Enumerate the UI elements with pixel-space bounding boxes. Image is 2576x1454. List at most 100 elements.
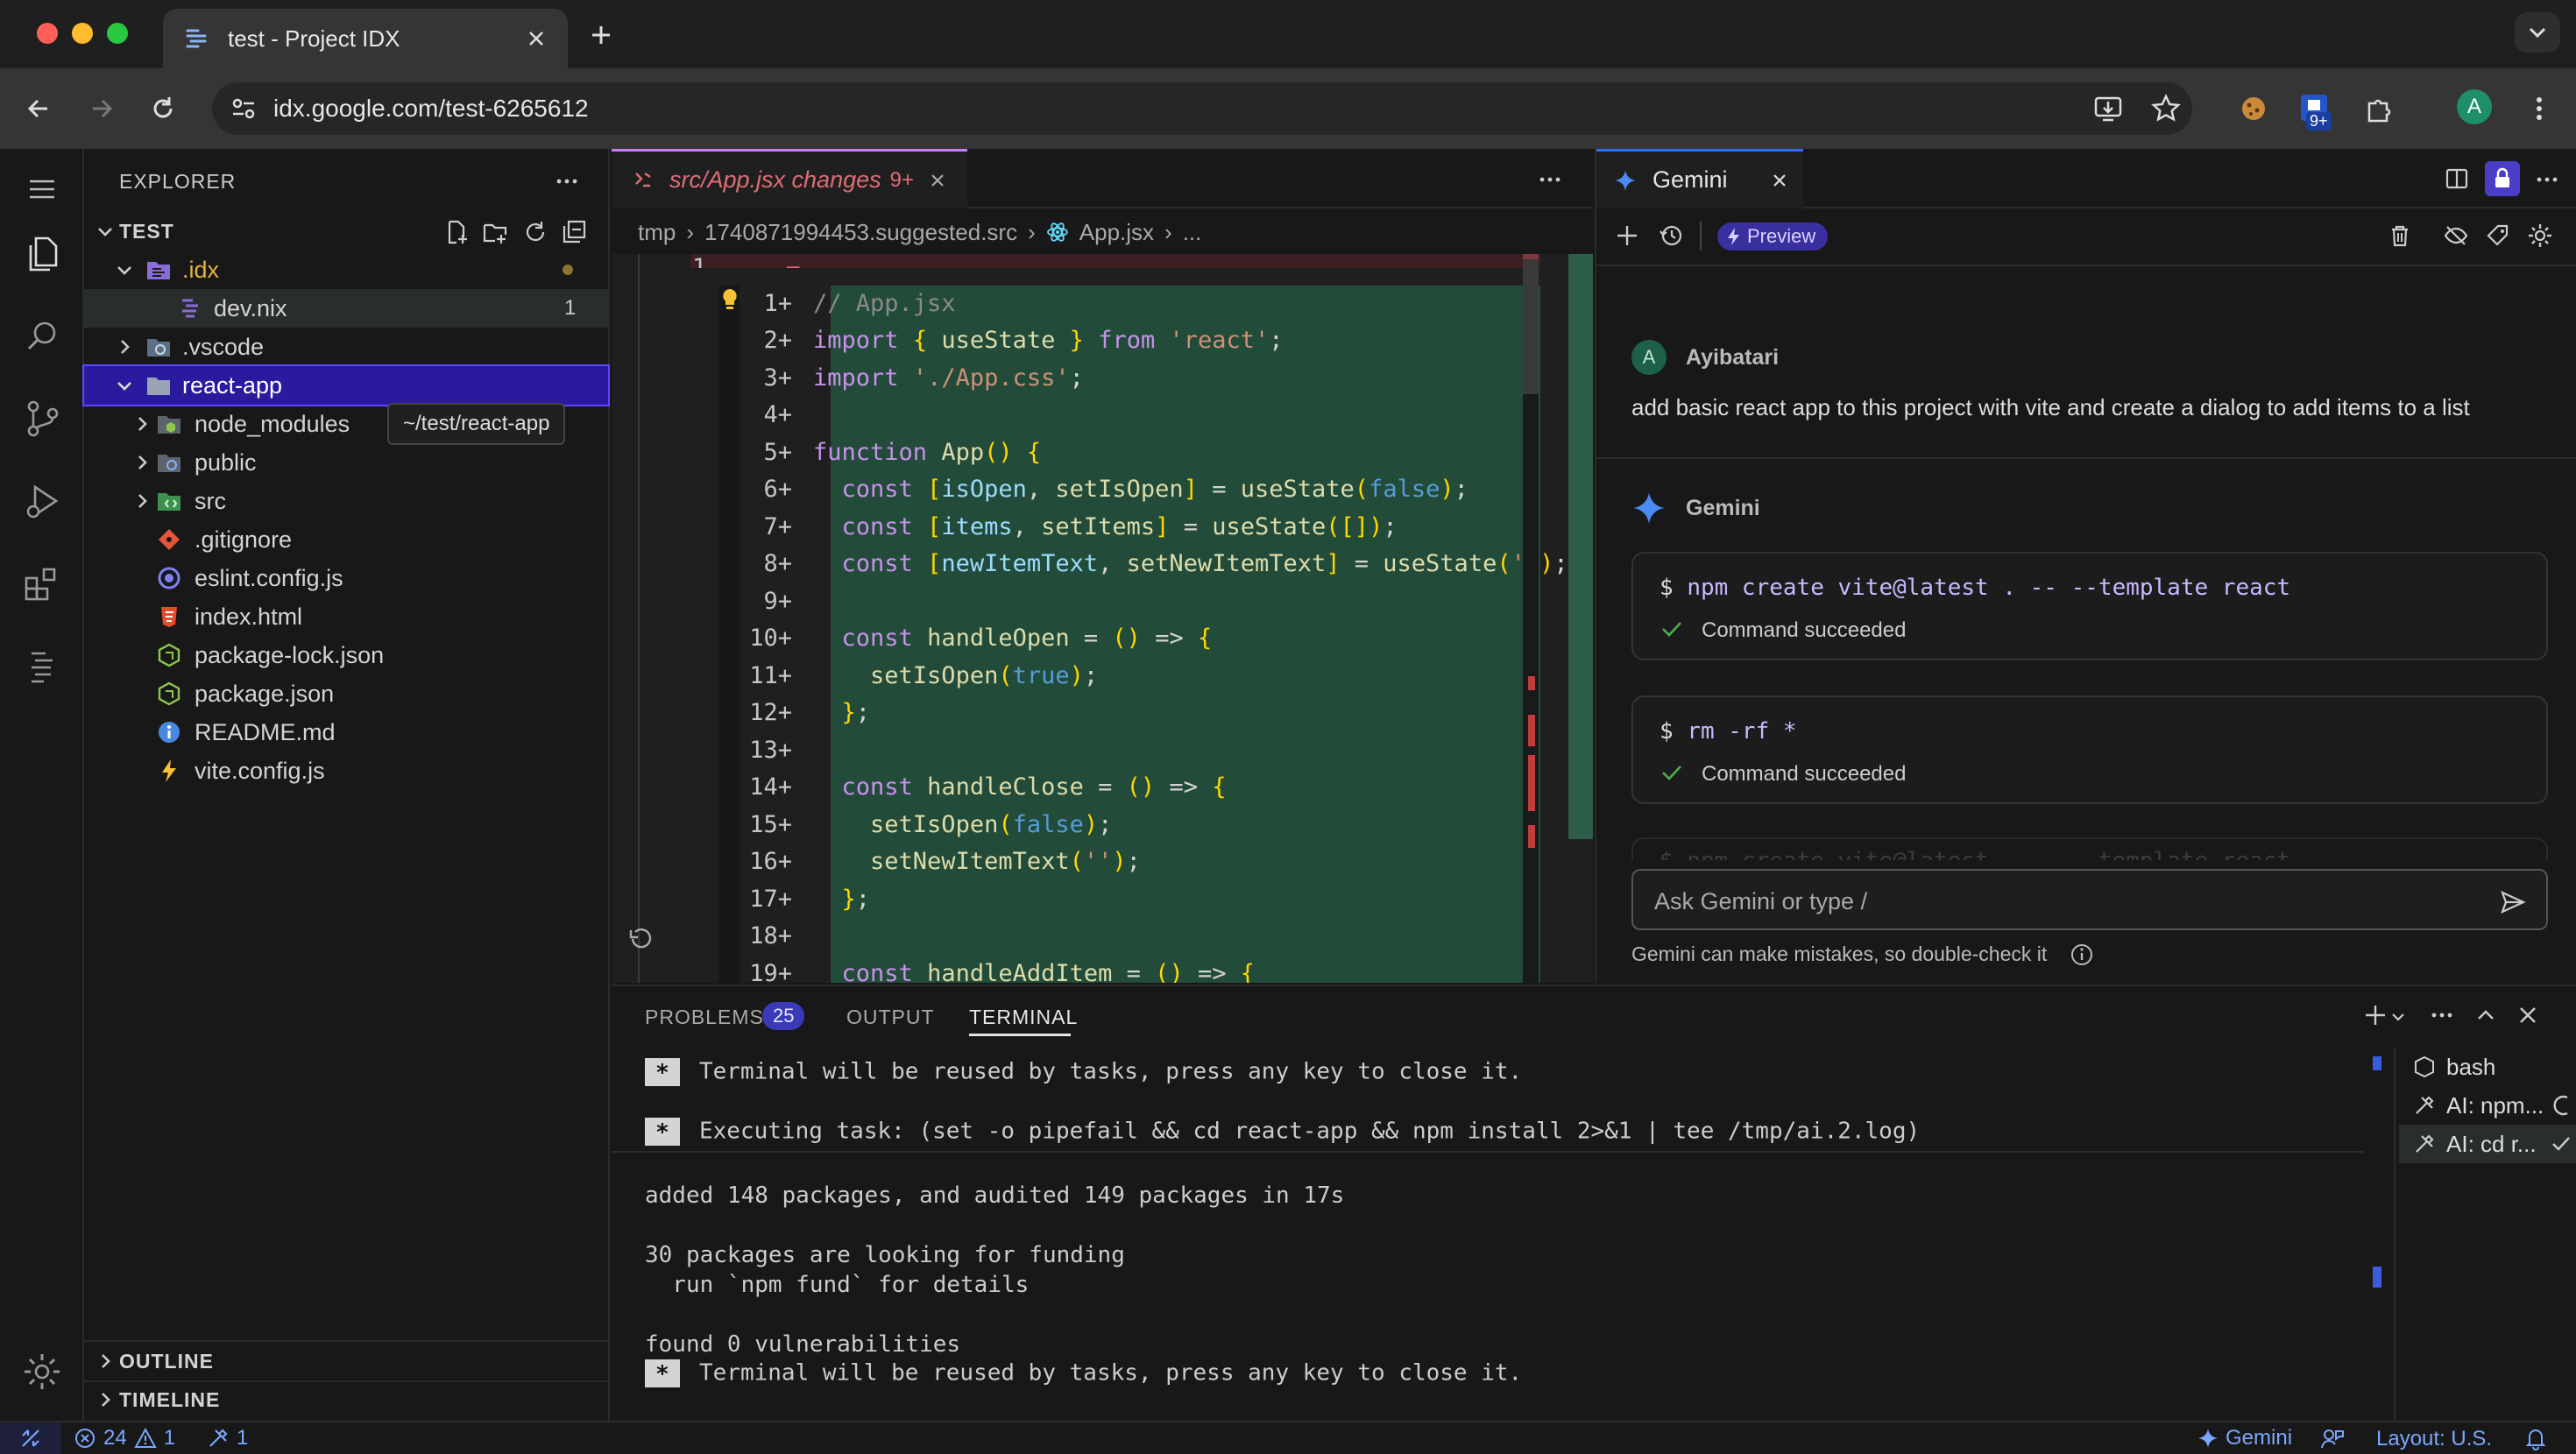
diff-editor[interactable]: 1 — 1+// App.jsx2+import { useState } fr…	[612, 254, 1593, 983]
new-terminal-plus-icon[interactable]	[2362, 1002, 2388, 1028]
split-editor-icon[interactable]	[2445, 166, 2469, 191]
tree-label: package.json	[195, 680, 335, 707]
collapse-all-icon[interactable]	[561, 219, 587, 245]
outline-section[interactable]: OUTLINE	[84, 1342, 608, 1380]
breadcrumb-item[interactable]: tmp	[638, 219, 676, 246]
overview-removed-mark	[1528, 676, 1535, 690]
breadcrumb-item[interactable]: ...	[1183, 219, 1202, 246]
breadcrumb-item[interactable]: App.jsx	[1079, 219, 1154, 246]
keyboard-layout-status[interactable]: Layout: U.S.	[2376, 1427, 2492, 1451]
address-bar[interactable]: idx.google.com/test-6265612	[212, 82, 2192, 135]
tree-file-dev-nix[interactable]: dev.nix 1	[84, 289, 608, 328]
delete-chat-trash-icon[interactable]	[2387, 222, 2413, 249]
line-number: 6+	[763, 476, 792, 503]
new-file-icon[interactable]	[443, 219, 470, 245]
bookmark-star-icon[interactable]	[2150, 93, 2182, 124]
explorer-more-icon[interactable]	[554, 168, 580, 194]
maximize-panel-chevron-up-icon[interactable]	[2473, 1002, 2499, 1028]
tree-folder-public[interactable]: public	[84, 443, 608, 482]
tab-output[interactable]: OUTPUT	[846, 1006, 935, 1029]
tree-file-package-json[interactable]: package.json	[84, 674, 608, 713]
settings-gear-icon[interactable]	[21, 1351, 63, 1393]
hide-eye-icon[interactable]	[2443, 222, 2469, 249]
minimize-window-button[interactable]	[72, 23, 93, 44]
remote-indicator-icon[interactable]	[0, 1422, 61, 1454]
terminal-session-ai-cd[interactable]: AI: cd r...	[2399, 1125, 2576, 1163]
close-tab-icon[interactable]	[526, 28, 547, 49]
tree-folder-idx[interactable]: .idx	[84, 251, 608, 289]
history-icon[interactable]	[1658, 222, 1684, 249]
tree-file-package-lock[interactable]: package-lock.json	[84, 636, 608, 674]
breadcrumb-item[interactable]: 1740871994453.suggested.src	[704, 219, 1017, 246]
panel-more-icon[interactable]	[2429, 1002, 2455, 1028]
task-star-icon: *	[645, 1359, 680, 1387]
tree-file-vite-config[interactable]: vite.config.js	[84, 752, 608, 790]
browser-tab[interactable]: test - Project IDX	[163, 9, 568, 68]
zoom-window-button[interactable]	[107, 23, 128, 44]
timeline-label: TIMELINE	[119, 1387, 221, 1411]
tree-file-readme[interactable]: README.md	[84, 713, 608, 752]
tree-file-index-html[interactable]: index.html	[84, 597, 608, 636]
tree-folder-vscode[interactable]: .vscode	[84, 328, 608, 366]
explorer-files-icon[interactable]	[21, 233, 63, 275]
source-control-icon[interactable]	[21, 398, 63, 440]
timeline-section[interactable]: TIMELINE	[84, 1380, 608, 1419]
gemini-tab-label: Gemini	[1652, 166, 1728, 193]
gemini-more-icon[interactable]	[2534, 166, 2560, 193]
new-folder-icon[interactable]	[482, 219, 508, 245]
extension-badge-icon[interactable]: 9+	[2297, 93, 2336, 131]
tab-problems[interactable]: PROBLEMS	[645, 1006, 764, 1029]
workspace-root[interactable]: TEST	[84, 212, 608, 251]
feedback-person-icon[interactable]	[2320, 1426, 2345, 1450]
forward-arrow-icon[interactable]	[86, 93, 117, 124]
tree-file-eslint-config[interactable]: eslint.config.js	[84, 559, 608, 597]
reload-icon[interactable]	[147, 93, 179, 124]
browser-menu-icon[interactable]	[2523, 93, 2555, 124]
lock-icon[interactable]	[2485, 161, 2520, 196]
code-line: 5+ function App() {	[612, 434, 1540, 469]
info-icon[interactable]	[2070, 942, 2094, 967]
send-icon[interactable]	[2499, 888, 2527, 916]
browser-tab-strip: test - Project IDX	[0, 0, 2576, 68]
new-chat-plus-icon[interactable]	[1614, 222, 1640, 249]
tree-file-gitignore[interactable]: .gitignore	[84, 520, 608, 559]
gemini-settings-gear-icon[interactable]	[2527, 222, 2553, 249]
close-panel-icon[interactable]	[2515, 1002, 2541, 1028]
terminal-session-ai-npm[interactable]: AI: npm...	[2399, 1086, 2576, 1125]
site-settings-icon[interactable]	[230, 95, 258, 123]
cookie-extension-icon[interactable]	[2238, 93, 2269, 124]
code-text: const [newItemText, setNewItemText] = us…	[841, 550, 1568, 577]
extensions-puzzle-icon[interactable]	[2364, 93, 2396, 124]
notifications-bell-icon[interactable]	[2523, 1426, 2548, 1450]
tab-terminal[interactable]: TERMINAL	[969, 1006, 1078, 1029]
scrollbar-thumb[interactable]	[1523, 254, 1539, 394]
extensions-icon[interactable]	[21, 562, 63, 604]
chevron-down-icon[interactable]	[2390, 1009, 2406, 1025]
terminal-session-bash[interactable]: bash	[2399, 1048, 2576, 1086]
preview-badge[interactable]: Preview	[1717, 222, 1829, 251]
search-icon[interactable]	[21, 315, 63, 357]
profile-avatar[interactable]: A	[2457, 89, 2492, 124]
close-window-button[interactable]	[37, 23, 58, 44]
editor-more-icon[interactable]	[1537, 166, 1563, 193]
refresh-explorer-icon[interactable]	[522, 219, 548, 245]
ports-status[interactable]: 1	[207, 1426, 248, 1450]
tag-icon[interactable]	[2485, 222, 2511, 249]
ask-gemini-input[interactable]: Ask Gemini or type /	[1631, 869, 2548, 930]
tab-search-button[interactable]	[2515, 12, 2560, 53]
user-name: Ayibatari	[1686, 345, 1780, 370]
gemini-status[interactable]: Gemini	[2197, 1426, 2292, 1450]
idx-outline-icon[interactable]	[21, 645, 63, 687]
close-tab-icon[interactable]	[1770, 171, 1789, 190]
new-tab-button[interactable]	[585, 19, 617, 51]
tree-folder-src[interactable]: src	[84, 482, 608, 520]
editor-tab-app-jsx-changes[interactable]: src/App.jsx changes 9+	[612, 149, 967, 208]
menu-icon[interactable]	[21, 168, 63, 210]
tree-folder-react-app[interactable]: react-app	[82, 364, 610, 406]
back-arrow-icon[interactable]	[23, 93, 54, 124]
run-debug-icon[interactable]	[21, 480, 63, 522]
install-app-icon[interactable]	[2092, 93, 2124, 124]
gemini-tab[interactable]: Gemini	[1596, 149, 1803, 208]
problems-status[interactable]: 24 1	[74, 1426, 175, 1450]
close-tab-icon[interactable]	[928, 171, 947, 190]
